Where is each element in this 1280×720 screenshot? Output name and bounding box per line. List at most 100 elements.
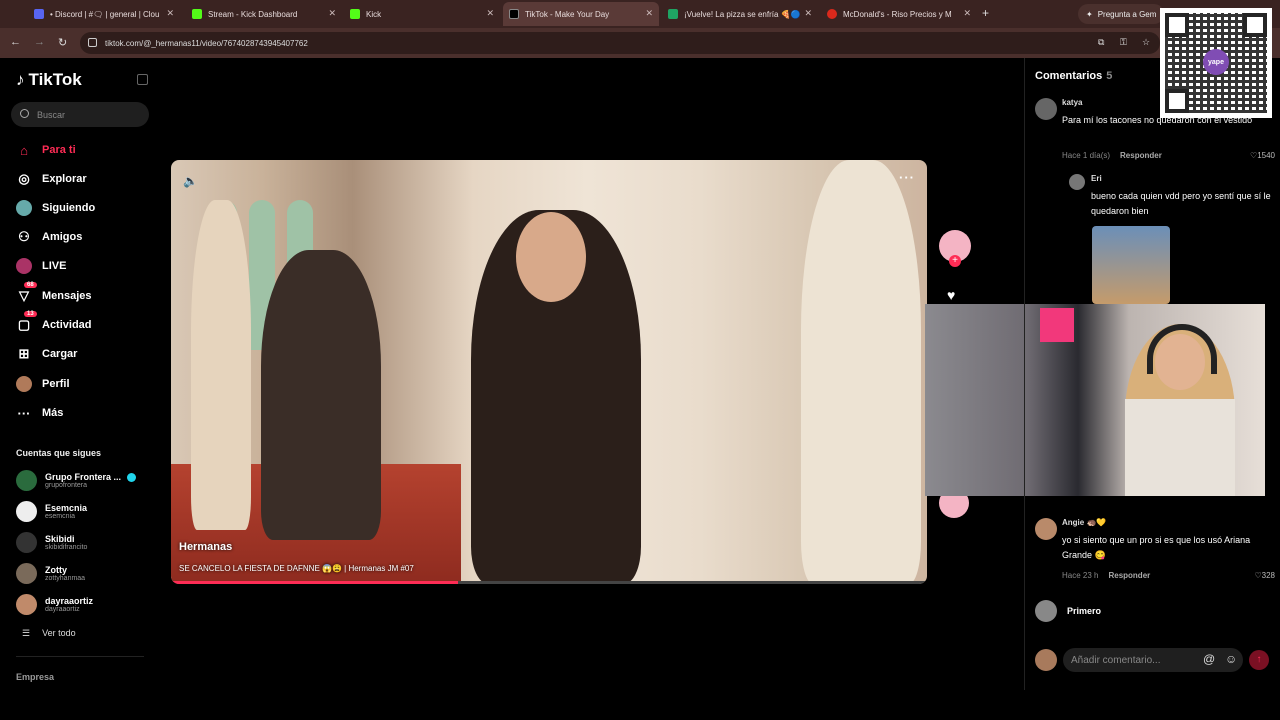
translate-icon[interactable]: ⧉ — [1098, 37, 1104, 48]
company-link[interactable]: Empresa — [16, 672, 54, 682]
avatar — [16, 594, 37, 615]
account-name: Skibidi — [45, 534, 75, 544]
key-icon[interactable]: ⚿ — [1120, 37, 1127, 48]
star-icon[interactable]: ☆ — [1142, 37, 1150, 48]
nav-perfil[interactable]: Perfil — [16, 376, 70, 392]
comments-count: 5 — [1106, 70, 1113, 82]
avatar[interactable] — [1069, 174, 1085, 190]
nav-amigos[interactable]: ⚇ Amigos — [16, 229, 82, 245]
gemini-button[interactable]: ✦ Pregunta a Gem — [1078, 4, 1165, 24]
mention-icon[interactable]: @ — [1203, 652, 1215, 666]
friends-icon: ⚇ — [18, 229, 30, 244]
like-heart-icon[interactable]: ♥ — [947, 287, 955, 303]
video-progress-bar[interactable] — [171, 581, 927, 584]
search-input[interactable]: Buscar — [11, 102, 149, 127]
messages-icon: ▽ 68 — [16, 282, 37, 304]
tab-kick-dashboard[interactable]: Stream - Kick Dashboard ✕ — [186, 2, 342, 26]
nav-actividad[interactable]: ▢ 13 Actividad — [16, 311, 92, 333]
tab-mcdonalds[interactable]: McDonald's - Riso Precios y M ✕ — [821, 2, 977, 26]
reload-icon[interactable]: ↻ — [58, 36, 67, 49]
tiktok-note-icon: ♪ — [16, 70, 25, 89]
following-account[interactable]: Grupo Frontera ... grupofrontera — [16, 470, 137, 491]
profile-icon — [16, 376, 32, 392]
comment-likes[interactable]: ♡328 — [1254, 571, 1275, 580]
following-account[interactable]: dayraaortiz dayraaortiz — [16, 594, 93, 615]
avatar — [16, 501, 37, 522]
discord-icon — [34, 9, 44, 19]
first-comment-prompt[interactable]: Primero — [1035, 600, 1101, 622]
messages-badge: 68 — [24, 282, 37, 288]
account-name: dayraaortiz — [45, 596, 94, 606]
video-author[interactable]: Hermanas — [179, 541, 232, 553]
activity-glyph: ▢ — [17, 317, 31, 332]
tab-kick[interactable]: Kick ✕ — [344, 2, 500, 26]
nav-live[interactable]: LIVE — [16, 258, 66, 274]
tiktok-logo[interactable]: ♪ TikTok — [16, 70, 82, 90]
close-icon[interactable]: ✕ — [166, 8, 174, 19]
forward-icon[interactable]: → — [34, 36, 45, 48]
following-account[interactable]: Esemcnia esemcnia — [16, 501, 87, 522]
comment-item: katya Para mí los tacones no quedaron co… — [1035, 98, 1275, 168]
nav-siguiendo[interactable]: Siguiendo — [16, 200, 95, 216]
new-tab-button[interactable]: + — [982, 6, 989, 20]
back-icon[interactable]: ← — [10, 36, 21, 48]
comment-user[interactable]: Angie 🦔💛 — [1062, 518, 1106, 527]
nav-label: Siguiendo — [42, 202, 96, 214]
see-all-button[interactable]: ☰ Ver todo — [22, 628, 76, 639]
kick-icon — [350, 9, 360, 19]
comment-input[interactable]: Añadir comentario... — [1063, 648, 1243, 672]
compass-icon: ◎ — [18, 171, 30, 186]
reply-button[interactable]: Responder — [1108, 571, 1150, 580]
account-handle: dayraaortiz — [45, 606, 80, 613]
emoji-icon[interactable]: ☺ — [1225, 652, 1237, 666]
qr-corner — [1243, 13, 1267, 37]
close-icon[interactable]: ✕ — [328, 8, 336, 19]
kick-icon — [192, 9, 202, 19]
close-icon[interactable]: ✕ — [963, 8, 971, 19]
tab-discord[interactable]: • Discord | #🗨 | general | Clou ✕ — [28, 2, 180, 26]
avatar — [1035, 600, 1057, 622]
nav-label: Amigos — [42, 231, 83, 243]
nav-explorar[interactable]: ◎ Explorar — [16, 171, 86, 187]
reply-button[interactable]: Responder — [1120, 151, 1162, 160]
avatar — [16, 563, 37, 584]
avatar[interactable] — [1035, 518, 1057, 540]
follow-plus-icon[interactable]: + — [949, 255, 961, 267]
comments-title-text: Comentarios — [1035, 70, 1103, 82]
tab-tiktok[interactable]: TikTok - Make Your Day ✕ — [503, 2, 659, 26]
tab-pizza[interactable]: ¡Vuelve! La pizza se enfría 🍕🔵 ✕ — [662, 2, 818, 26]
video-description: SE CANCELO LA FIESTA DE DAFNNE 😱😩 | Herm… — [179, 564, 414, 573]
account-name: Zotty — [45, 565, 67, 575]
heart-outline-icon: ♡ — [1254, 571, 1262, 580]
close-icon[interactable]: ✕ — [645, 8, 653, 19]
avatar[interactable] — [1035, 98, 1057, 120]
volume-icon[interactable]: 🔈 — [183, 174, 198, 188]
gemini-label: Pregunta a Gem — [1097, 9, 1157, 19]
comment-time: Hace 23 h — [1062, 571, 1099, 580]
collapse-sidebar-icon[interactable] — [137, 74, 148, 85]
following-account[interactable]: Zotty zottyhanmaa — [16, 563, 85, 584]
qr-corner — [1165, 13, 1189, 37]
site-info-icon[interactable] — [88, 38, 97, 47]
nav-mas[interactable]: ··· Más — [16, 405, 64, 421]
nav-mensajes[interactable]: ▽ 68 Mensajes — [16, 282, 92, 304]
more-options-icon[interactable]: ··· — [899, 170, 915, 185]
activity-badge: 13 — [24, 311, 37, 317]
url-field[interactable]: tiktok.com/@_hermanas11/video/7674028743… — [80, 32, 1160, 54]
comment-likes[interactable]: ♡1540 — [1250, 151, 1275, 160]
comment-user[interactable]: katya — [1062, 98, 1082, 107]
video-progress-fill — [171, 581, 459, 584]
url-text: tiktok.com/@_hermanas11/video/7674028743… — [105, 38, 308, 48]
nav-label: Más — [42, 407, 64, 419]
close-icon[interactable]: ✕ — [804, 8, 812, 19]
nav-cargar[interactable]: ⊞ Cargar — [16, 346, 78, 362]
account-handle: zottyhanmaa — [45, 575, 86, 582]
following-account[interactable]: Skibidi skibidifrancito — [16, 532, 87, 553]
close-icon[interactable]: ✕ — [486, 8, 494, 19]
comment-user[interactable]: Eri — [1091, 174, 1102, 183]
nav-para-ti[interactable]: ⌂ Para ti — [16, 142, 76, 158]
send-icon[interactable]: ↑ — [1249, 650, 1269, 670]
comment-meta: Hace 1 día(s) Responder — [1062, 151, 1272, 160]
comment-sticker-image[interactable] — [1092, 226, 1170, 304]
video-player[interactable]: 🔈 ··· Hermanas SE CANCELO LA FIESTA DE D… — [171, 160, 927, 584]
